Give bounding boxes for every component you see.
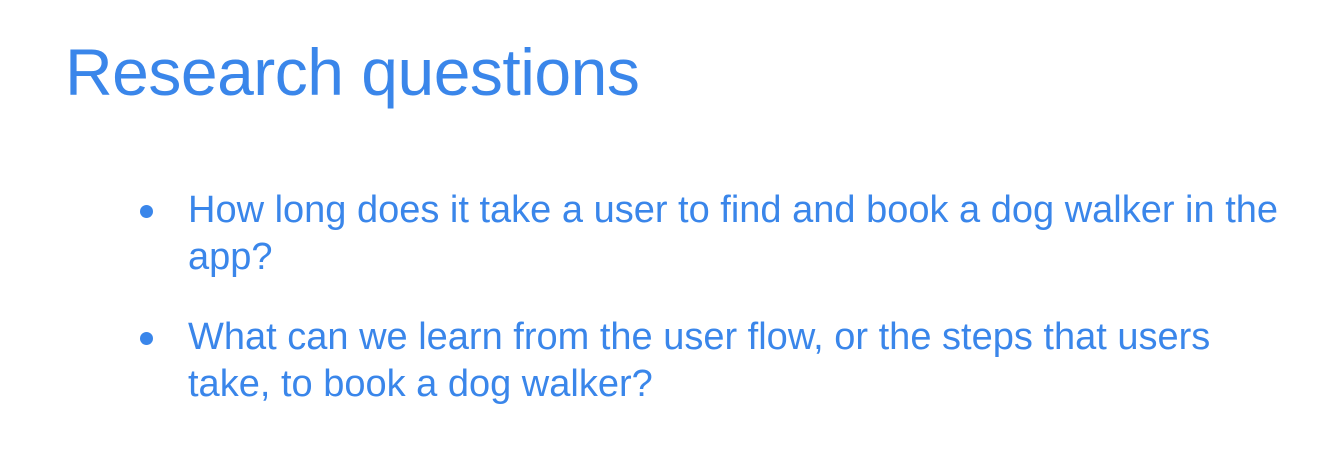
- bullet-text: What can we learn from the user flow, or…: [188, 316, 1211, 405]
- bullet-text: How long does it take a user to find and…: [188, 189, 1279, 278]
- bullet-item: What can we learn from the user flow, or…: [137, 314, 1297, 408]
- slide: Research questions How long does it take…: [0, 0, 1329, 455]
- bullet-dot-icon: [140, 332, 153, 345]
- bullet-list: How long does it take a user to find and…: [137, 187, 1297, 441]
- bullet-item: How long does it take a user to find and…: [137, 187, 1297, 281]
- slide-title: Research questions: [65, 35, 640, 109]
- bullet-dot-icon: [140, 205, 153, 218]
